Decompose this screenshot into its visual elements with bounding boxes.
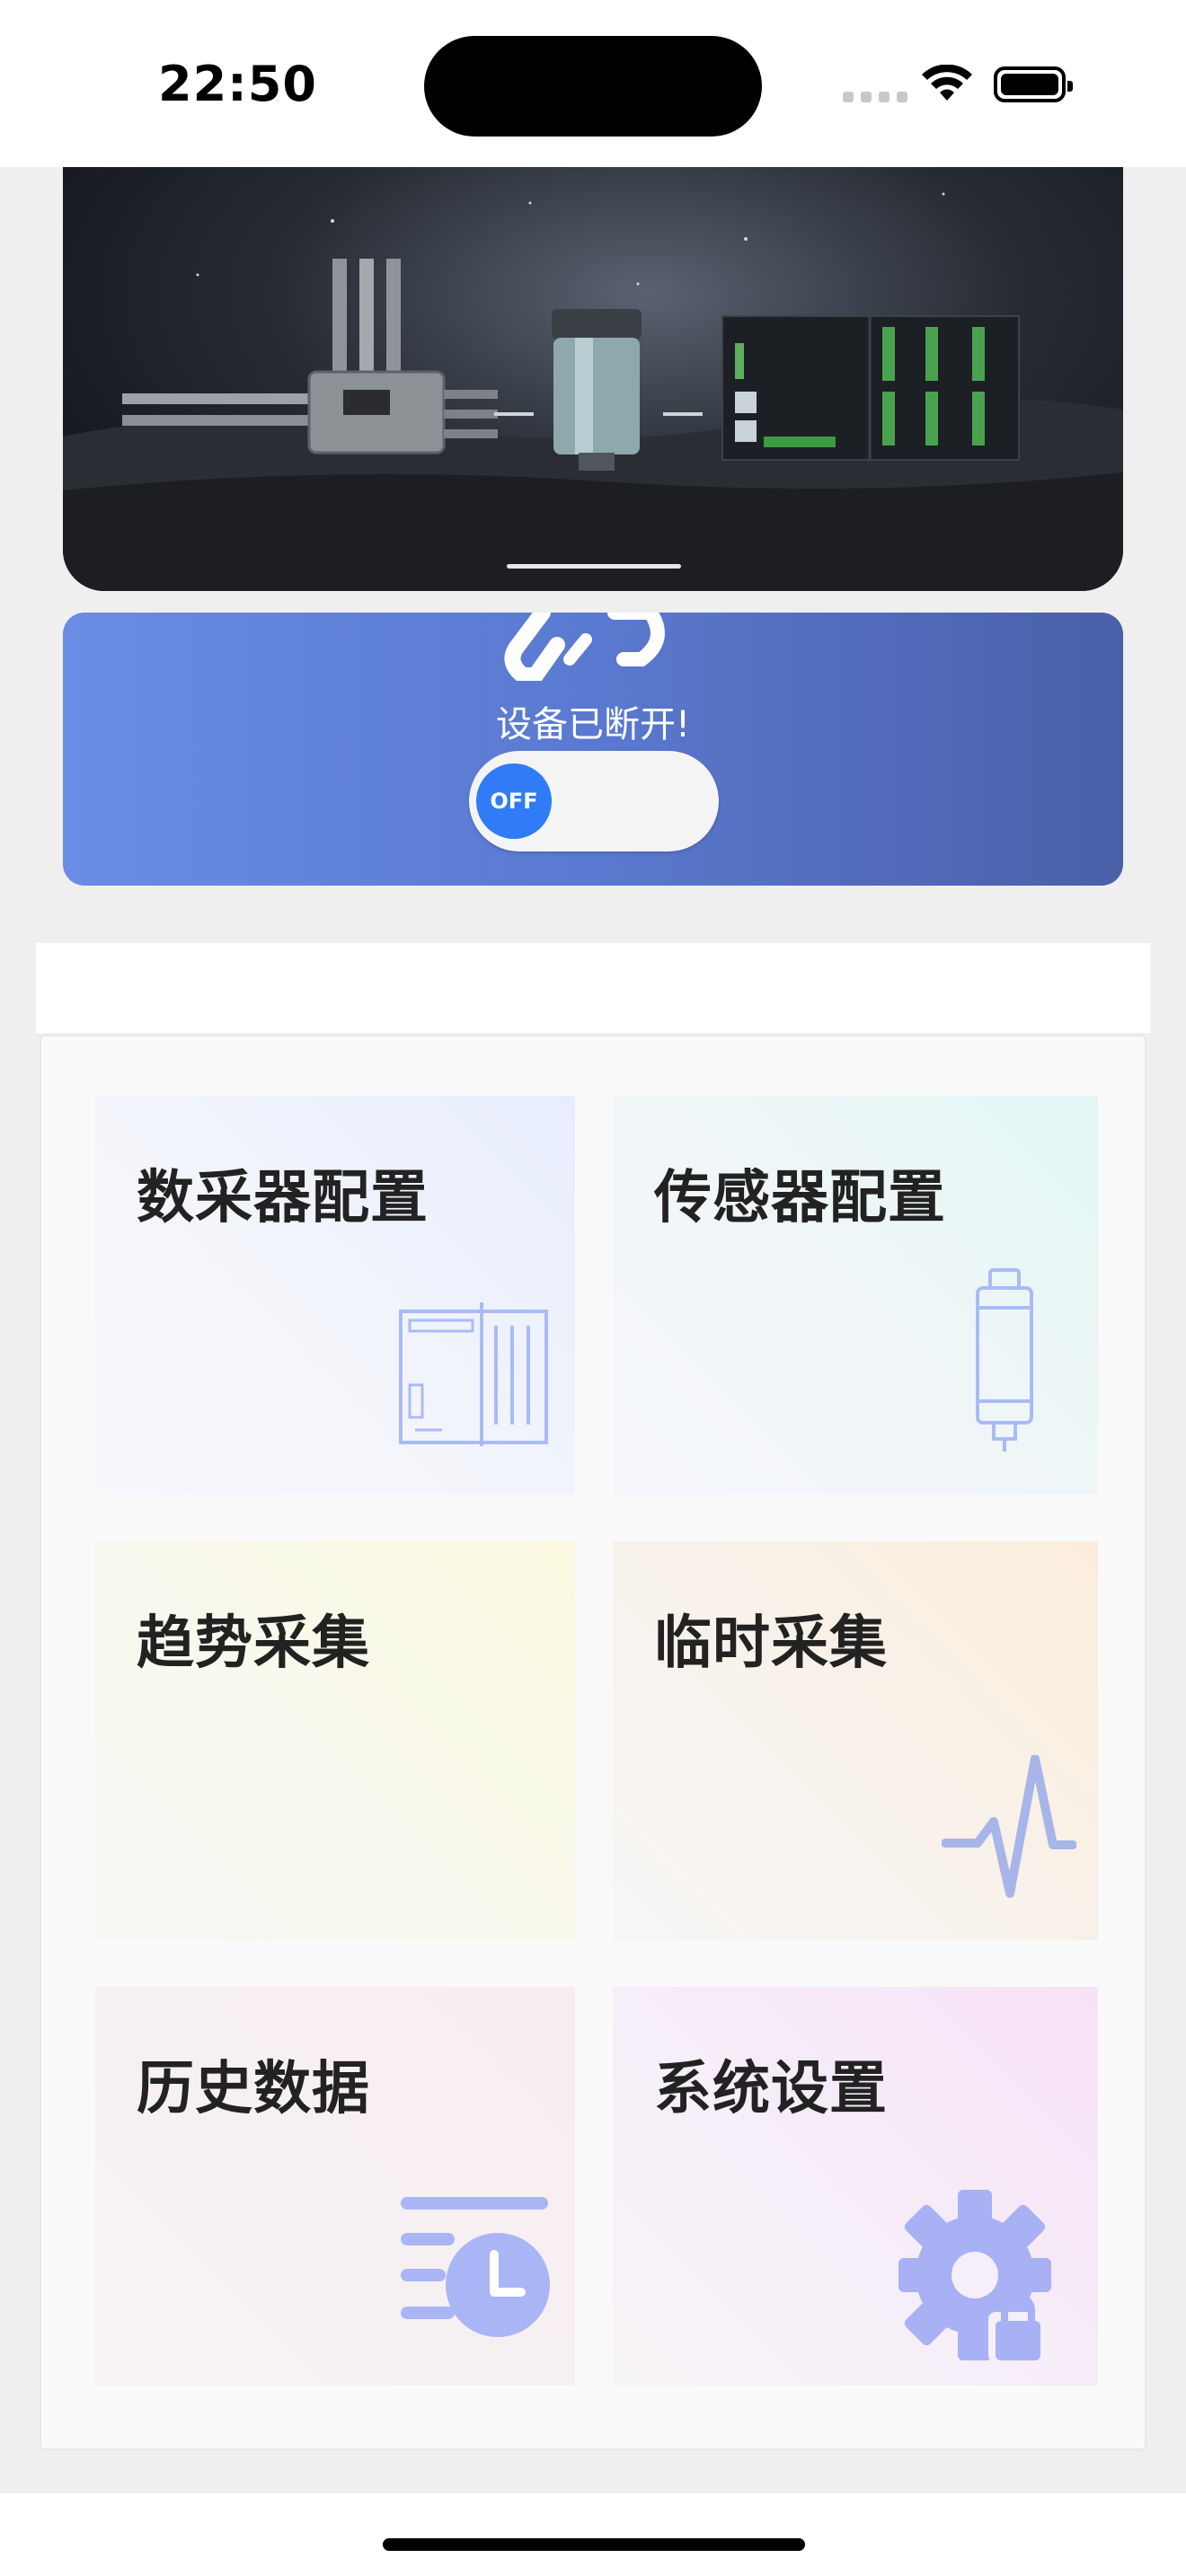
history-clock-icon	[401, 2197, 550, 2337]
menu-card-trend-acquisition[interactable]: 趋势采集	[95, 1541, 575, 1940]
toggle-label: OFF	[490, 789, 538, 814]
battery-icon	[994, 66, 1073, 102]
toggle-knob: OFF	[476, 763, 552, 839]
menu-card-sensor-config[interactable]: 传感器配置	[613, 1096, 1098, 1495]
menu-card-data-logger-config[interactable]: 数采器配置	[95, 1096, 575, 1495]
banner-page-indicator[interactable]	[507, 564, 681, 569]
data-logger-icon	[399, 1302, 548, 1446]
menu-card-temporary-acquisition[interactable]: 临时采集	[613, 1541, 1098, 1940]
home-indicator[interactable]	[383, 2538, 805, 2551]
menu-card-history-data[interactable]: 历史数据	[95, 1987, 575, 2386]
menu-card-label: 传感器配置	[654, 1165, 946, 1231]
function-grid: 数采器配置 传感器配置 趋势采集 临时采集 历史数据 系统设置	[40, 1035, 1146, 2450]
menu-card-label: 趋势采集	[137, 1610, 370, 1677]
waveform-icon	[351, 1758, 554, 1896]
status-bar: 22:50	[0, 0, 1186, 167]
disconnected-link-icon	[504, 613, 665, 681]
connection-status-text: 设备已断开!	[495, 704, 691, 745]
bottom-safe-area	[0, 2493, 1186, 2576]
wifi-icon	[922, 65, 972, 101]
menu-card-label: 系统设置	[654, 2056, 888, 2122]
connection-panel: 设备已断开! OFF	[63, 613, 1123, 886]
menu-card-system-settings[interactable]: 系统设置	[613, 1987, 1098, 2386]
sensor-icon	[976, 1268, 1033, 1451]
menu-card-label: 数采器配置	[137, 1165, 429, 1231]
gear-lock-icon	[898, 2190, 1051, 2362]
connection-toggle[interactable]: OFF	[469, 751, 719, 851]
menu-card-label: 临时采集	[654, 1610, 888, 1677]
section-header	[36, 943, 1150, 1033]
product-banner[interactable]	[63, 167, 1123, 591]
dynamic-island	[424, 36, 762, 137]
banner-devices-image	[63, 192, 1123, 591]
cellular-signal-icon	[843, 92, 907, 102]
menu-card-label: 历史数据	[137, 2056, 370, 2122]
status-time: 22:50	[158, 56, 317, 112]
pulse-icon	[942, 1755, 1076, 1898]
